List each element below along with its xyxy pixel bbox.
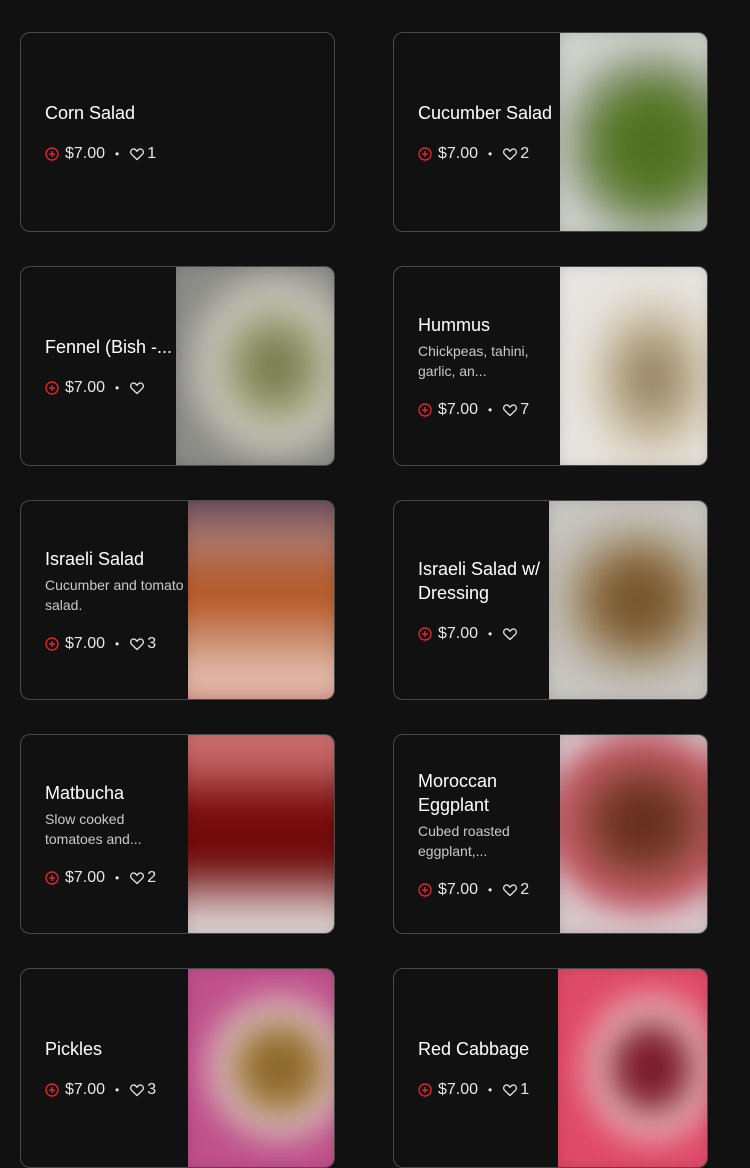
menu-item-price: $7.00 [438, 1081, 479, 1098]
menu-item-name: Matbucha [45, 783, 125, 803]
menu-item-image [560, 267, 707, 465]
separator-dot: • [115, 147, 120, 161]
menu-item-meta: $7.00 • 2 [45, 869, 185, 887]
like-count: 2 [520, 881, 530, 898]
heart-icon[interactable] [502, 402, 518, 418]
menu-item-price: $7.00 [65, 635, 106, 652]
menu-item-image [188, 501, 334, 699]
menu-item-price: $7.00 [438, 145, 479, 162]
menu-item-card[interactable]: Israeli Salad w/ Dressing $7.00 • [393, 500, 708, 700]
menu-item-price: $7.00 [438, 625, 479, 642]
plus-circle-icon[interactable] [45, 871, 59, 885]
menu-item-price: $7.00 [65, 1081, 106, 1098]
plus-circle-icon[interactable] [45, 637, 59, 651]
separator-dot: • [488, 147, 493, 161]
separator-dot: • [488, 403, 493, 417]
like-count: 7 [520, 401, 530, 418]
menu-item-name: Fennel (Bish -... [45, 337, 173, 357]
menu-item-meta: $7.00 • [45, 379, 175, 397]
separator-dot: • [115, 871, 120, 885]
heart-icon[interactable] [502, 146, 518, 162]
menu-item-image [176, 267, 334, 465]
separator-dot: • [488, 627, 493, 641]
heart-icon[interactable] [129, 870, 145, 886]
menu-item-meta: $7.00 • [418, 625, 543, 643]
menu-item-price: $7.00 [65, 379, 106, 396]
menu-item-name: Hummus [418, 315, 491, 335]
menu-item-price: $7.00 [438, 881, 479, 898]
plus-circle-icon[interactable] [418, 403, 432, 417]
like-count: 3 [147, 1081, 157, 1098]
menu-item-description: Cucumber and tomato salad. [45, 577, 184, 613]
heart-icon[interactable] [129, 636, 145, 652]
menu-item-name: Corn Salad [45, 103, 136, 123]
separator-dot: • [115, 1083, 120, 1097]
heart-icon[interactable] [502, 882, 518, 898]
menu-item-image [549, 501, 707, 699]
like-count: 2 [520, 145, 530, 162]
menu-item-meta: $7.00 • 7 [418, 401, 548, 419]
menu-item-image [558, 969, 707, 1167]
menu-item-price: $7.00 [438, 401, 479, 418]
menu-item-image [560, 33, 707, 231]
separator-dot: • [488, 1083, 493, 1097]
heart-icon[interactable] [129, 146, 145, 162]
menu-item-description: Cubed roasted eggplant,... [418, 823, 510, 859]
menu-item-meta: $7.00 • 2 [418, 145, 553, 163]
plus-circle-icon[interactable] [418, 627, 432, 641]
menu-item-meta: $7.00 • 1 [45, 145, 305, 163]
menu-item-price: $7.00 [65, 869, 106, 886]
menu-item-card[interactable]: Moroccan Eggplant Cubed roasted eggplant… [393, 734, 708, 934]
plus-circle-icon[interactable] [45, 381, 59, 395]
menu-item-name: Israeli Salad [45, 549, 145, 569]
plus-circle-icon[interactable] [45, 147, 59, 161]
like-count: 1 [520, 1081, 530, 1098]
menu-item-image [188, 969, 334, 1167]
like-count: 1 [147, 145, 157, 162]
menu-item-card[interactable]: Red Cabbage $7.00 • 1 [393, 968, 708, 1168]
plus-circle-icon[interactable] [418, 883, 432, 897]
menu-item-meta: $7.00 • 3 [45, 1081, 185, 1099]
plus-circle-icon[interactable] [418, 1083, 432, 1097]
menu-item-name: Pickles [45, 1039, 103, 1059]
heart-icon[interactable] [502, 626, 518, 642]
menu-item-name: Red Cabbage [418, 1039, 530, 1059]
menu-item-card[interactable]: Israeli Salad Cucumber and tomato salad.… [20, 500, 335, 700]
heart-icon[interactable] [129, 380, 145, 396]
plus-circle-icon[interactable] [418, 147, 432, 161]
menu-item-image [188, 735, 334, 933]
menu-item-name: Israeli Salad w/ Dressing [418, 559, 541, 603]
menu-item-meta: $7.00 • 2 [418, 881, 548, 899]
heart-icon[interactable] [502, 1082, 518, 1098]
separator-dot: • [115, 381, 120, 395]
heart-icon[interactable] [129, 1082, 145, 1098]
menu-item-card[interactable]: Pickles $7.00 • 3 [20, 968, 335, 1168]
like-count: 2 [147, 869, 157, 886]
plus-circle-icon[interactable] [45, 1083, 59, 1097]
menu-item-meta: $7.00 • 1 [418, 1081, 548, 1099]
menu-item-image [560, 735, 707, 933]
menu-item-card[interactable]: Corn Salad $7.00 • 1 [20, 32, 335, 232]
like-count: 3 [147, 635, 157, 652]
menu-item-name: Cucumber Salad [418, 103, 553, 123]
menu-item-description: Slow cooked tomatoes and... [45, 811, 142, 847]
menu-item-meta: $7.00 • 3 [45, 635, 185, 653]
menu-item-card[interactable]: Hummus Chickpeas, tahini, garlic, an... … [393, 266, 708, 466]
menu-item-name: Moroccan Eggplant [418, 771, 498, 815]
menu-item-card[interactable]: Matbucha Slow cooked tomatoes and... $7.… [20, 734, 335, 934]
menu-item-price: $7.00 [65, 145, 106, 162]
separator-dot: • [115, 637, 120, 651]
menu-item-card[interactable]: Fennel (Bish -... $7.00 • [20, 266, 335, 466]
separator-dot: • [488, 883, 493, 897]
menu-item-description: Chickpeas, tahini, garlic, an... [418, 343, 529, 379]
menu-item-card[interactable]: Cucumber Salad $7.00 • 2 [393, 32, 708, 232]
